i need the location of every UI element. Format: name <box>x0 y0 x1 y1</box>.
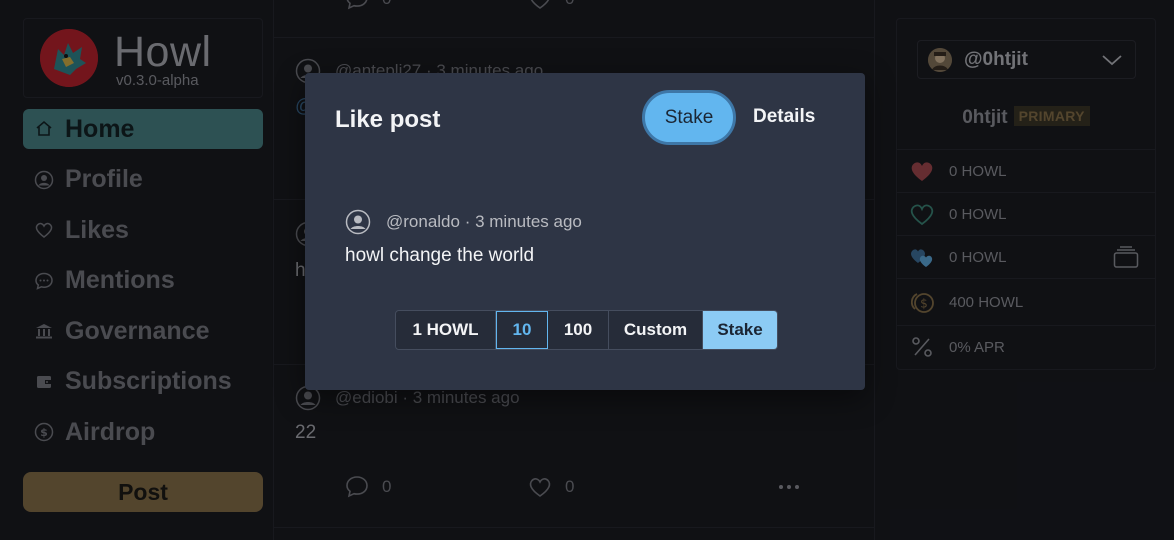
like-post-modal: Like post Stake Details @ronaldo · 3 min… <box>305 73 865 390</box>
modal-post-header: @ronaldo · 3 minutes ago <box>345 209 582 235</box>
stake-submit-button[interactable]: Stake <box>703 311 777 349</box>
amount-option-100[interactable]: 100 <box>548 311 609 349</box>
amount-option-10[interactable]: 10 <box>496 311 548 349</box>
app-root: Howl v0.3.0-alpha Home Profile Likes Men… <box>0 0 1174 540</box>
amount-selector: 1 HOWL 10 100 Custom Stake <box>395 310 778 350</box>
amount-option-1[interactable]: 1 HOWL <box>396 311 496 349</box>
amount-option-custom[interactable]: Custom <box>609 311 703 349</box>
modal-post-handle: @ronaldo · 3 minutes ago <box>386 212 582 231</box>
tab-details[interactable]: Details <box>753 106 815 128</box>
modal-post-body: howl change the world <box>345 245 535 266</box>
avatar-icon <box>345 209 371 235</box>
modal-title: Like post <box>335 106 441 133</box>
tab-stake[interactable]: Stake <box>642 90 736 145</box>
